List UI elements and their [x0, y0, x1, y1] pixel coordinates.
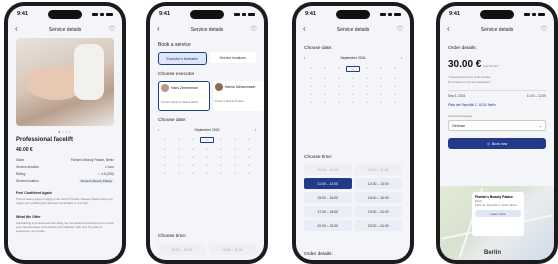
time-slot[interactable]: 15:00 – 16:00	[304, 192, 352, 203]
time-slots: 09:00 – 10:00 10:00 – 11:00	[158, 244, 256, 255]
calendar-grid[interactable]: • • • • • • • • • • • • • • • • • • • • • • • • • • • • • • • • • • •	[158, 137, 256, 175]
avatar	[214, 83, 223, 91]
section-text-confident: Tired of seeing signs of aging in the mi…	[16, 197, 113, 205]
time-slot[interactable]: 19:00 – 20:00	[354, 206, 402, 217]
nav-title: Service details	[480, 27, 514, 33]
heart-icon[interactable]: ♡	[251, 25, 257, 33]
choose-time-label: Choose time:	[158, 234, 187, 239]
executor-card[interactable]: Hans Zimmerman Florian's Beauty Palace B…	[158, 81, 210, 111]
status-icons	[234, 12, 255, 16]
section-heading-offer: What We Offer	[16, 215, 41, 219]
choose-executor-label: Choose executor	[158, 72, 195, 77]
screen: 9:41 ‹ Service details ♡ Choose date: ‹ Sep…	[296, 6, 410, 260]
time-slot[interactable]: 23:00 – 24:00	[354, 220, 402, 231]
phone-choose-time: 9:41 ‹ Service details ♡ Choose date: ‹ Sep…	[292, 2, 414, 264]
language-label: Preferred language	[448, 114, 472, 118]
choose-date-label: Choose date:	[304, 46, 333, 51]
executor-list: Hans Zimmerman Florian's Beauty Palace B…	[158, 81, 264, 111]
booking-tabs: Executor's timetable Service locations	[158, 52, 256, 65]
phone-service-details: 9:41 ‹ Service details ♡ ●○○○ Professional…	[4, 2, 126, 264]
book-now-button[interactable]: ◷ Book now	[448, 138, 546, 149]
choose-date-label: Choose date:	[158, 118, 187, 123]
location-card[interactable]: Florian's Beauty Palace Berlin Platz der…	[472, 192, 524, 236]
avatar	[161, 84, 169, 92]
address-link[interactable]: Platz der Republik 1, 11011 Berlin	[448, 103, 546, 107]
executor-card[interactable]: Hanna Schlammann Florian's Beauty Palace	[212, 81, 264, 111]
tab-service-locations[interactable]: Service locations	[209, 52, 256, 63]
learn-more-button[interactable]: Learn more	[475, 210, 521, 217]
time-slot-selected[interactable]: 11:00 – 12:00	[304, 178, 352, 189]
dynamic-island	[480, 10, 514, 19]
time-slots: 09:00 – 10:00 13:00 – 11:00 11:00 – 12:0…	[304, 164, 402, 231]
phone-order-details: 9:41 ‹ Service details ♡ Order details: 30…	[436, 2, 558, 264]
choose-time-label: Choose time:	[304, 155, 333, 160]
status-icons	[380, 12, 401, 16]
status-time: 9:41	[17, 11, 29, 17]
status-time: 9:41	[449, 11, 461, 17]
price-note-1: * Actual service time is 60 minutes.	[448, 75, 492, 79]
time-slot[interactable]: 20:00 – 22:00	[304, 220, 352, 231]
time-slot[interactable]: 10:00 – 11:00	[208, 244, 256, 255]
heart-icon[interactable]: ♡	[109, 25, 115, 33]
time-slot[interactable]: 09:00 – 10:00	[158, 244, 206, 255]
screen: 9:41 ‹ Service details ♡ Order details: 30…	[440, 6, 554, 260]
dynamic-island	[336, 10, 370, 19]
dynamic-island	[190, 10, 224, 19]
language-select[interactable]: German ⌄	[448, 120, 546, 131]
order-price: 30.00 €	[448, 59, 482, 70]
time-slot[interactable]: 13:00 – 11:00	[354, 164, 402, 175]
screen: 9:41 ‹ Service details ♡ Book a service Ex…	[150, 6, 264, 260]
book-label: Book a service	[158, 42, 191, 48]
image-pager[interactable]: ●○○○	[8, 129, 122, 134]
chevron-down-icon: ⌄	[538, 123, 542, 128]
phone-book-service: 9:41 ‹ Service details ♡ Book a service Ex…	[146, 2, 268, 264]
time-slot[interactable]: 12:00 – 13:00	[354, 178, 402, 189]
service-price: 40.00 €	[16, 147, 33, 153]
time-slot[interactable]: 16:00 – 16:00	[354, 192, 402, 203]
date-time-row: Sep 3, 2024 11:00 – 12:00	[448, 90, 546, 101]
nav-title: Service details	[190, 27, 224, 33]
status-icons	[524, 12, 545, 16]
month-selector: ‹ September 2024 ›	[158, 128, 256, 132]
chevron-right-icon[interactable]: ›	[255, 128, 256, 132]
back-icon[interactable]: ‹	[157, 24, 160, 33]
chevron-left-icon[interactable]: ‹	[304, 56, 305, 60]
chevron-right-icon[interactable]: ›	[401, 56, 402, 60]
service-title: Professional facelift	[16, 137, 74, 143]
service-photo	[16, 38, 114, 126]
detail-rows: Salon Florian's Beauty Palace, Berlin Ser…	[16, 158, 114, 183]
month-selector: ‹ September 2024 ›	[304, 56, 402, 60]
heart-icon[interactable]: ♡	[397, 25, 403, 33]
tab-executor-timetable[interactable]: Executor's timetable	[158, 52, 207, 65]
time-slot[interactable]: 17:00 – 18:00	[304, 206, 352, 217]
status-time: 9:41	[305, 11, 317, 17]
map-city-label: Berlin	[484, 250, 502, 256]
status-time: 9:41	[159, 11, 171, 17]
clock-icon: ◷	[486, 141, 490, 146]
price-note-2: 10 minutes for service preparation	[448, 80, 491, 84]
section-heading-confident: Feel Confident Again	[16, 191, 52, 195]
status-icons	[92, 12, 113, 16]
dynamic-island	[48, 10, 82, 19]
star-icon: ★	[97, 172, 101, 176]
section-text-offer: Specializing in professional face liftin…	[16, 221, 114, 233]
nav-title: Service details	[336, 27, 370, 33]
back-icon[interactable]: ‹	[15, 24, 18, 33]
order-details-label: Order details:	[448, 46, 477, 51]
calendar-grid[interactable]: • • • • • • • • • • • • • • • • • • • • • • • • • • • • • • • • • • •	[304, 66, 402, 104]
back-icon[interactable]: ‹	[447, 24, 450, 33]
map[interactable]: Florian's Beauty Palace Berlin Platz der…	[440, 186, 554, 260]
nav-title: Service details	[48, 27, 82, 33]
heart-icon[interactable]: ♡	[541, 25, 547, 33]
back-icon[interactable]: ‹	[303, 24, 306, 33]
time-slot[interactable]: 09:00 – 10:00	[304, 164, 352, 175]
screen: 9:41 ‹ Service details ♡ ●○○○ Professional…	[8, 6, 122, 260]
price-line: 30.00 € / per 60 min*	[448, 59, 499, 70]
order-details-label: Order details:	[304, 252, 333, 257]
chevron-left-icon[interactable]: ‹	[158, 128, 159, 132]
